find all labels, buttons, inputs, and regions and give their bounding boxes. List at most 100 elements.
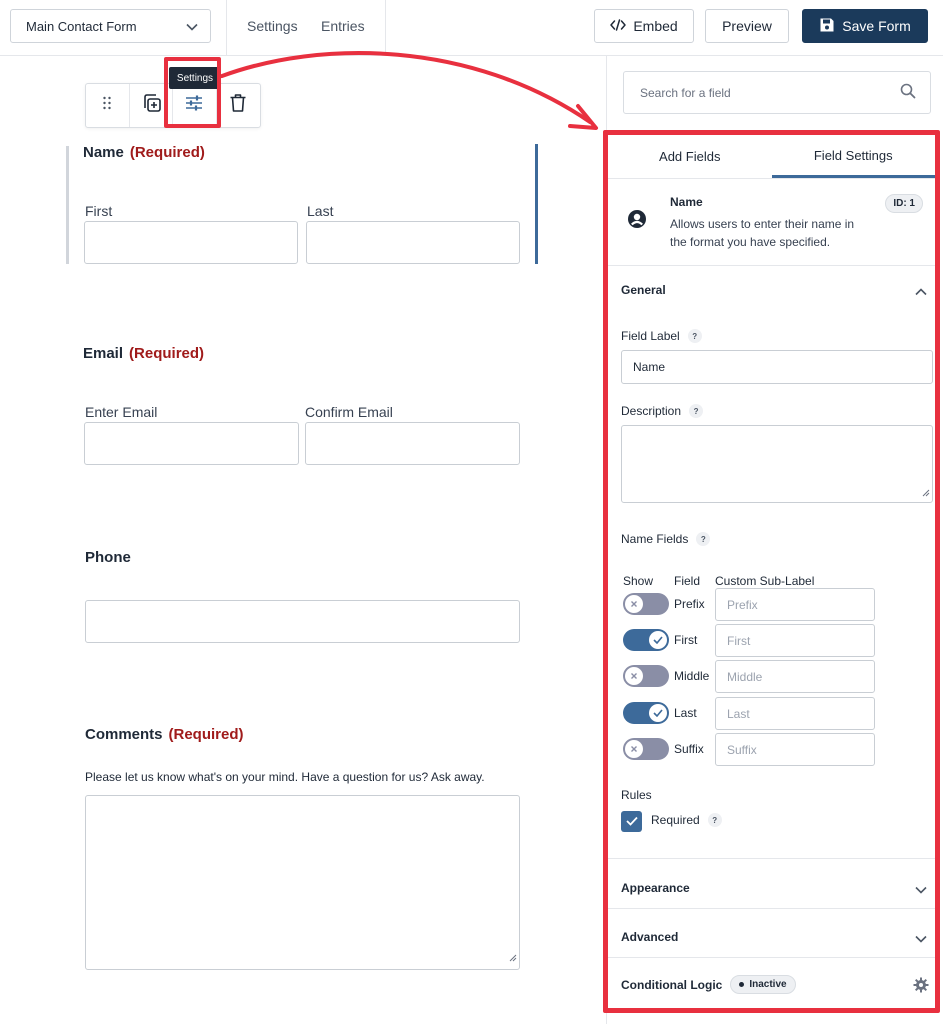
advanced-section-heading[interactable]: Advanced	[621, 930, 678, 944]
help-icon[interactable]: ?	[707, 813, 722, 827]
form-selector[interactable]: Main Contact Form	[10, 9, 211, 43]
suffix-toggle[interactable]	[623, 738, 669, 760]
resize-handle-icon	[922, 486, 930, 500]
save-icon	[819, 17, 835, 36]
help-icon[interactable]: ?	[687, 329, 702, 343]
conditional-logic-row[interactable]: Conditional Logic Inactive	[621, 975, 796, 994]
confirm-email-input[interactable]	[305, 422, 520, 465]
toggle-knob	[625, 595, 643, 613]
field-id-badge: ID: 1	[885, 194, 923, 213]
email-label-text: Email	[83, 345, 124, 362]
search-placeholder: Search for a field	[640, 85, 731, 100]
last-field-name: Last	[674, 706, 697, 720]
name-field-label: Name (Required)	[83, 144, 205, 161]
middle-field-name: Middle	[674, 669, 710, 683]
sidebar-tabs: Add Fields Field Settings	[608, 135, 935, 179]
field-label-value: Name	[633, 360, 666, 374]
chevron-down-icon	[186, 19, 198, 34]
help-icon[interactable]: ?	[689, 404, 704, 418]
first-toggle[interactable]	[623, 629, 669, 651]
suffix-field-name: Suffix	[674, 742, 704, 756]
chevron-down-icon[interactable]	[915, 930, 927, 948]
email-field-label: Email (Required)	[83, 345, 204, 362]
field-info: Name Allows users to enter their name in…	[608, 179, 935, 266]
delete-button[interactable]	[217, 84, 260, 127]
code-icon	[610, 18, 627, 34]
required-checkbox[interactable]	[621, 811, 642, 832]
prefix-toggle[interactable]	[623, 593, 669, 615]
checkmark-icon	[625, 813, 638, 831]
user-icon	[627, 209, 647, 234]
duplicate-icon	[140, 92, 162, 119]
last-name-input[interactable]	[306, 221, 520, 264]
toggle-knob	[625, 667, 643, 685]
name-field-row: Suffix	[623, 732, 719, 766]
comments-label-text: Comments	[85, 726, 163, 743]
drag-handle[interactable]	[86, 84, 130, 127]
column-custom-sublabel: Custom Sub-Label	[715, 574, 815, 588]
description-title: Description ?	[621, 404, 704, 418]
field-info-title: Name	[670, 195, 703, 209]
field-search[interactable]: Search for a field	[623, 71, 931, 114]
toggle-knob	[625, 740, 643, 758]
description-textarea[interactable]	[621, 425, 933, 503]
trash-icon	[229, 93, 247, 118]
help-icon[interactable]: ?	[696, 532, 711, 546]
middle-sublabel-input[interactable]: Middle	[715, 660, 875, 693]
divider	[608, 858, 935, 859]
tab-add-fields[interactable]: Add Fields	[608, 135, 772, 178]
comments-textarea[interactable]	[85, 795, 520, 970]
top-bar: Main Contact Form Settings Entries Embed…	[0, 0, 943, 56]
first-field-name: First	[674, 633, 698, 647]
selection-indicator	[66, 146, 69, 264]
column-show: Show	[623, 574, 654, 588]
general-section-heading[interactable]: General	[621, 283, 666, 297]
field-label-title: Field Label ?	[621, 329, 702, 343]
embed-button[interactable]: Embed	[594, 9, 694, 43]
phone-input[interactable]	[85, 600, 520, 643]
preview-button[interactable]: Preview	[705, 9, 789, 43]
form-canvas: Settings Name (Required) First Last Email…	[0, 56, 607, 1024]
name-label-text: Name	[83, 144, 124, 161]
comments-description: Please let us know what's on your mind. …	[85, 770, 485, 784]
first-sublabel-input[interactable]: First	[715, 624, 875, 657]
name-fields-title: Name Fields ?	[621, 532, 711, 546]
enter-email-input[interactable]	[84, 422, 299, 465]
field-label-title-text: Field Label	[621, 329, 680, 343]
appearance-section-heading[interactable]: Appearance	[621, 881, 690, 895]
name-field-row: First	[623, 623, 719, 657]
suffix-sublabel-input[interactable]: Suffix	[715, 733, 875, 766]
resize-handle-icon	[509, 949, 517, 967]
gear-icon[interactable]	[913, 977, 929, 998]
save-form-label: Save Form	[842, 18, 911, 34]
chevron-up-icon[interactable]	[915, 283, 927, 301]
phone-label-text: Phone	[85, 549, 131, 566]
search-icon	[900, 83, 916, 102]
name-field-row: Middle	[623, 659, 719, 693]
last-sublabel-input[interactable]: Last	[715, 697, 875, 730]
divider	[608, 908, 935, 909]
last-toggle[interactable]	[623, 702, 669, 724]
toggle-knob	[649, 631, 667, 649]
save-form-button[interactable]: Save Form	[802, 9, 928, 43]
last-name-label: Last	[307, 203, 334, 219]
conditional-logic-label: Conditional Logic	[621, 977, 723, 992]
name-fields-title-text: Name Fields	[621, 532, 689, 546]
field-info-description: Allows users to enter their name in the …	[670, 217, 855, 249]
preview-label: Preview	[722, 18, 772, 34]
prefix-sublabel-input[interactable]: Prefix	[715, 588, 875, 621]
first-name-input[interactable]	[84, 221, 298, 264]
settings-highlight-box	[164, 57, 221, 128]
chevron-down-icon[interactable]	[915, 881, 927, 899]
column-field: Field	[674, 574, 701, 588]
status-dot	[739, 982, 745, 987]
required-marker: (Required)	[129, 144, 205, 161]
toggle-knob	[649, 704, 667, 722]
nav-settings[interactable]: Settings	[247, 18, 298, 34]
field-label-input[interactable]: Name	[621, 350, 933, 384]
phone-field-label: Phone	[85, 549, 131, 566]
nav-entries[interactable]: Entries	[321, 18, 365, 34]
name-field-row: Last	[623, 696, 719, 730]
tab-field-settings[interactable]: Field Settings	[771, 135, 935, 178]
middle-toggle[interactable]	[623, 665, 669, 687]
